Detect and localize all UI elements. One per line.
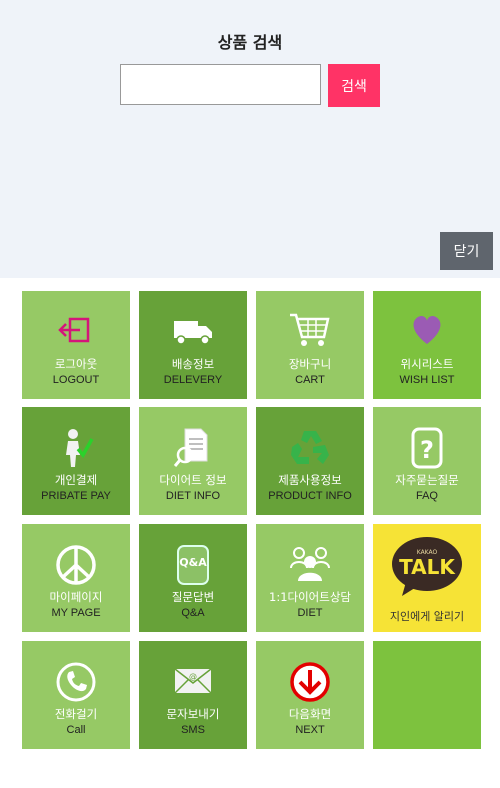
tile-sublabel: DIET [297,607,323,619]
product-info-tile[interactable]: 제품사용정보 PRODUCT INFO [256,407,364,515]
kakao-share-tile[interactable]: KAKAO TALK 지인에게 알리기 [373,524,481,632]
arrow-down-icon [256,662,364,707]
kakao-talk-icon: KAKAO TALK [392,537,462,596]
my-page-tile[interactable]: 마이페이지 MY PAGE [22,524,130,632]
tile-label: 개인결제 [54,473,98,487]
wishlist-tile[interactable]: 위시리스트 WISH LIST [373,291,481,399]
recycle-icon [256,431,364,473]
peace-icon [22,545,130,590]
close-button[interactable]: 닫기 [440,232,493,270]
tile-sublabel: CART [295,374,325,386]
truck-icon [139,315,247,357]
tile-sublabel: PRIBATE PAY [41,490,111,502]
next-tile[interactable]: 다음화면 NEXT [256,641,364,749]
tile-sublabel: MY PAGE [51,607,101,619]
diet-info-tile[interactable]: 다이어트 정보 DIET INFO [139,407,247,515]
tile-label: 위시리스트 [400,357,454,371]
delivery-tile[interactable]: 배송정보 DELEVERY [139,291,247,399]
tile-sublabel: SMS [181,724,205,736]
tile-label: 질문답변 [171,590,215,604]
tile-label: 로그아웃 [54,357,98,371]
svg-text:?: ? [420,436,434,464]
tile-label: 1:1다이어트상담 [269,590,351,604]
tile-label: 다이어트 정보 [159,473,227,487]
tile-label: 마이페이지 [49,590,103,604]
tile-label: 제품사용정보 [278,473,342,487]
logout-tile[interactable]: 로그아웃 LOGOUT [22,291,130,399]
diet-consult-tile[interactable]: 1:1다이어트상담 DIET [256,524,364,632]
tile-sublabel: Q&A [181,607,205,619]
tile-sublabel: PRODUCT INFO [268,490,352,502]
kakao-talk-text: TALK [399,555,456,579]
tile-label: 배송정보 [171,357,215,371]
tile-sublabel: Call [66,724,86,736]
logout-icon [22,315,130,357]
tile-sublabel: WISH LIST [399,374,455,386]
svg-text:@: @ [189,672,197,681]
tile-label: 장바구니 [288,357,332,371]
private-pay-tile[interactable]: 개인결제 PRIBATE PAY [22,407,130,515]
tile-label: 다음화면 [288,707,332,721]
tile-label: 전화걸기 [54,707,98,721]
search-title: 상품 검색 [217,33,283,52]
tile-label: 자주묻는질문 [395,473,459,487]
tile-label: 지인에게 알리기 [389,610,465,623]
tile-sublabel: DIET INFO [165,490,221,502]
tile-sublabel: LOGOUT [52,374,100,386]
qa-icon: Q&A [139,545,247,590]
tile-label: 문자보내기 [166,707,220,721]
group-icon [256,547,364,590]
qa-icon-text: Q&A [179,556,207,569]
mail-icon: @ [139,665,247,707]
tile-sublabel: DELEVERY [163,374,223,386]
call-tile[interactable]: 전화걸기 Call [22,641,130,749]
heart-icon [373,315,481,357]
phone-icon [22,662,130,707]
document-search-icon [139,428,247,473]
search-button[interactable]: 검색 [328,64,380,107]
tile-sublabel: FAQ [415,490,438,502]
faq-tile[interactable]: ? 자주묻는질문 FAQ [373,407,481,515]
question-icon: ? [373,427,481,473]
sms-tile[interactable]: @ 문자보내기 SMS [139,641,247,749]
empty-tile [373,641,481,749]
qa-tile[interactable]: Q&A 질문답변 Q&A [139,524,247,632]
person-check-icon [22,429,130,473]
cart-icon [256,313,364,357]
cart-tile[interactable]: 장바구니 CART [256,291,364,399]
search-input[interactable] [120,64,321,105]
search-panel: 상품 검색 검색 닫기 [0,0,500,278]
tile-sublabel: NEXT [295,724,325,736]
